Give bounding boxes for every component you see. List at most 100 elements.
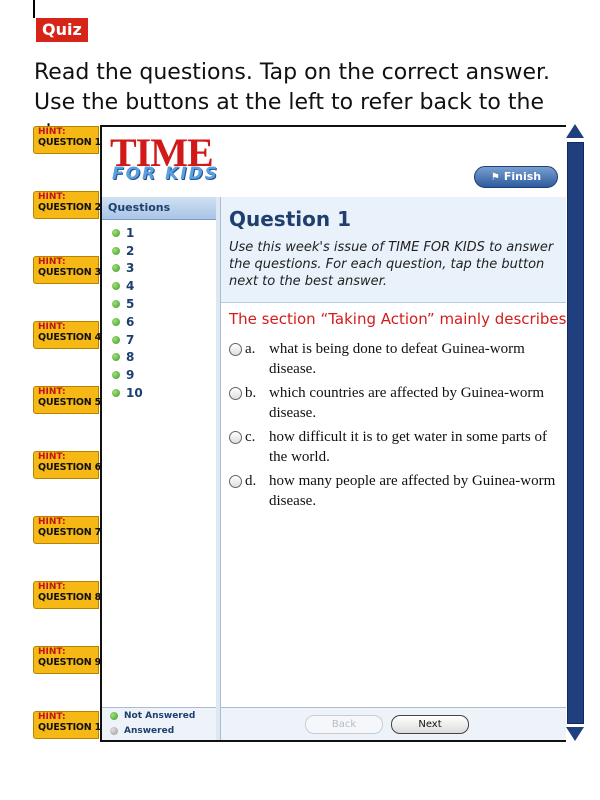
top-rule [33,0,35,18]
hint-question-label: QUESTION 5 [38,397,102,408]
hint-label: HINT: [38,647,66,657]
hint-label: HINT: [38,322,66,332]
hint-question-8-button[interactable]: HINT: QUESTION 8 [33,581,102,609]
questions-sidebar: Questions 1 2 3 4 5 6 7 8 9 10 Not Answe… [102,197,217,740]
answered-dot-icon [110,726,118,735]
hint-question-label: QUESTION 1 [38,137,102,148]
question-link-10[interactable]: 10 [102,384,216,402]
question-panel: Question 1 Use this week's issue of TIME… [221,197,566,740]
hint-label: HINT: [38,517,66,527]
answer-text: how many people are affected by Guinea-w… [269,473,556,509]
hint-label: HINT: [38,712,66,722]
question-link-3[interactable]: 3 [102,260,216,278]
question-number: 4 [126,279,135,294]
flag-icon: ⚑ [490,172,500,183]
question-title: Question 1 [229,207,351,231]
hint-question-label: QUESTION 4 [38,332,102,343]
hint-question-3-button[interactable]: HINT: QUESTION 3 [33,256,102,284]
question-list: 1 2 3 4 5 6 7 8 9 10 [102,224,216,402]
question-number: 7 [126,332,135,347]
question-number: 2 [126,243,135,258]
not-answered-dot-icon [110,711,118,720]
not-answered-dot-icon [112,371,120,380]
hint-label: HINT: [38,387,66,397]
radio-button[interactable] [229,387,242,400]
hint-question-label: QUESTION 6 [38,462,102,473]
hint-question-4-button[interactable]: HINT: QUESTION 4 [33,321,102,349]
answer-letter: d. [245,473,257,489]
hint-question-7-button[interactable]: HINT: QUESTION 7 [33,516,102,544]
finish-label: Finish [503,170,542,183]
answer-option-a[interactable]: a. what is being done to defeat Guinea-wo… [229,339,559,379]
quiz-label: Quiz [36,18,88,42]
back-button: Back [305,715,383,734]
hint-question-label: QUESTION 8 [38,592,102,603]
question-link-9[interactable]: 9 [102,366,216,384]
finish-button[interactable]: ⚑ Finish [474,166,558,188]
hint-question-9-button[interactable]: HINT: QUESTION 9 [33,646,102,674]
not-answered-dot-icon [112,335,120,344]
status-legend: Not Answered Answered [102,707,216,740]
not-answered-dot-icon [112,246,120,255]
legend-answered: Answered [102,723,216,738]
next-button[interactable]: Next [391,715,469,734]
question-number: 10 [126,386,143,401]
hint-question-10-button[interactable]: HINT: QUESTION 10 [33,711,108,739]
scroll-up-arrow-icon[interactable] [566,124,584,138]
hint-question-label: QUESTION 2 [38,202,102,213]
question-prompt: The section “Taking Action” mainly descr… [229,310,567,328]
question-description: Use this week's issue of TIME FOR KIDS t… [229,240,554,289]
question-number: 6 [126,314,135,329]
not-answered-dot-icon [112,264,120,273]
question-number: 8 [126,350,135,365]
hint-label: HINT: [38,582,66,592]
navigation-bar: Back Next [221,707,566,740]
answer-letter: c. [245,429,256,445]
legend-label: Not Answered [124,710,196,721]
hint-question-2-button[interactable]: HINT: QUESTION 2 [33,191,102,219]
question-link-8[interactable]: 8 [102,349,216,367]
for-kids-logo: FOR KIDS [112,164,219,184]
hint-question-label: QUESTION 9 [38,657,102,668]
header-bar: TIME FOR KIDS ⚑ Finish [102,127,566,197]
hint-label: HINT: [38,127,66,137]
question-link-4[interactable]: 4 [102,277,216,295]
question-number: 9 [126,368,135,383]
hint-label: HINT: [38,192,66,202]
not-answered-dot-icon [112,389,120,398]
question-number: 3 [126,261,135,276]
answer-text: what is being done to defeat Guinea-worm… [269,341,525,377]
answer-option-c[interactable]: c. how difficult it is to get water in so… [229,427,559,467]
not-answered-dot-icon [112,282,120,291]
answer-options: a. what is being done to defeat Guinea-wo… [229,339,559,515]
sidebar-title: Questions [102,197,216,220]
question-number: 1 [126,225,135,240]
question-link-1[interactable]: 1 [102,224,216,242]
answer-option-d[interactable]: d. how many people are affected by Guinea… [229,471,559,511]
answer-letter: b. [245,385,257,401]
radio-button[interactable] [229,475,242,488]
not-answered-dot-icon [112,228,120,237]
radio-button[interactable] [229,431,242,444]
hint-label: HINT: [38,452,66,462]
answer-text: how difficult it is to get water in some… [269,429,548,465]
hint-question-6-button[interactable]: HINT: QUESTION 6 [33,451,102,479]
question-link-2[interactable]: 2 [102,242,216,260]
hint-label: HINT: [38,257,66,267]
answer-text: which countries are affected by Guinea-w… [269,385,545,421]
question-link-5[interactable]: 5 [102,295,216,313]
hint-question-label: QUESTION 3 [38,267,102,278]
radio-button[interactable] [229,343,242,356]
question-link-6[interactable]: 6 [102,313,216,331]
hint-question-5-button[interactable]: HINT: QUESTION 5 [33,386,102,414]
question-link-7[interactable]: 7 [102,331,216,349]
scrollbar-track[interactable] [567,142,584,724]
answer-option-b[interactable]: b. which countries are affected by Guinea… [229,383,559,423]
legend-label: Answered [124,725,175,736]
hint-question-label: QUESTION 7 [38,527,102,538]
hint-question-1-button[interactable]: HINT: QUESTION 1 [33,126,102,154]
scroll-down-arrow-icon[interactable] [566,727,584,741]
not-answered-dot-icon [112,317,120,326]
question-number: 5 [126,297,135,312]
not-answered-dot-icon [112,353,120,362]
